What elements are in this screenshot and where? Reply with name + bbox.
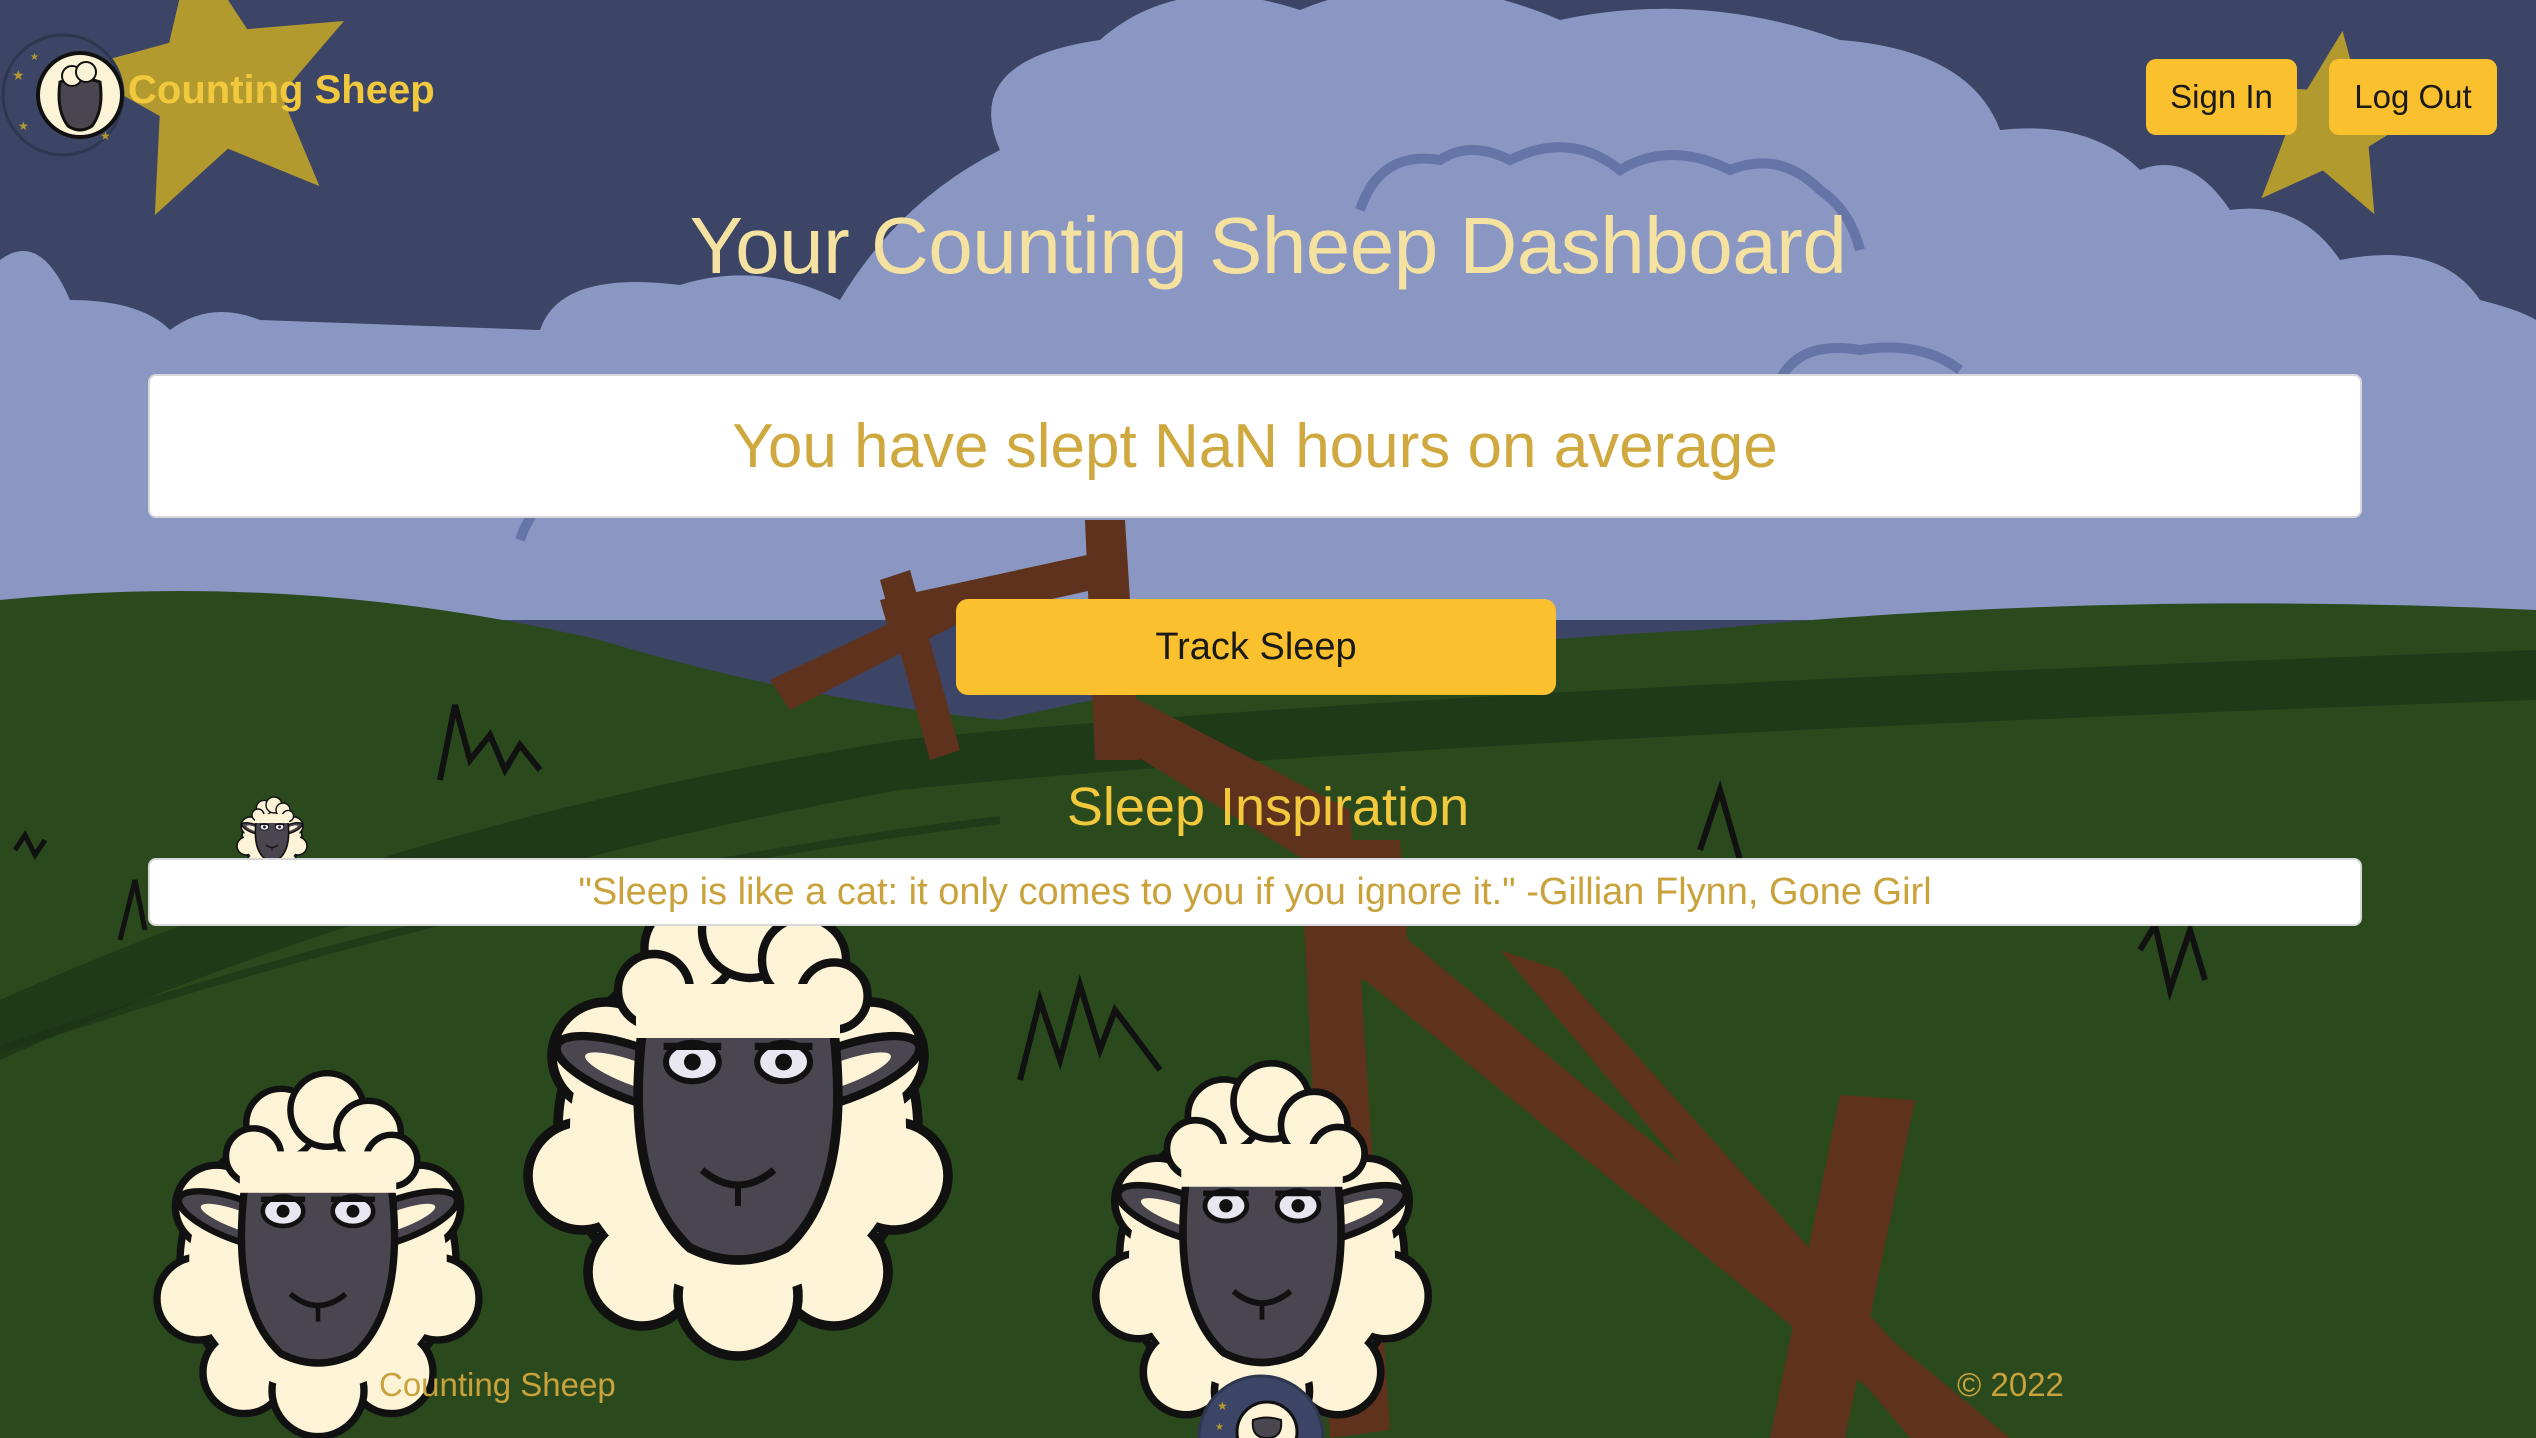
quote-card: "Sleep is like a cat: it only comes to y… bbox=[148, 858, 2362, 926]
page-title: Your Counting Sheep Dashboard bbox=[689, 201, 1847, 290]
copyright-text: © 2022 bbox=[1957, 1366, 2064, 1403]
sheep-logo-icon[interactable]: ★ ★ ★ ★ bbox=[0, 20, 126, 170]
average-sleep-card: You have slept NaN hours on average bbox=[148, 374, 2362, 518]
track-sleep-button[interactable]: Track Sleep bbox=[956, 599, 1556, 695]
sleep-inspiration-heading: Sleep Inspiration bbox=[1066, 777, 1470, 837]
svg-text:★: ★ bbox=[18, 119, 29, 133]
log-out-button[interactable]: Log Out bbox=[2329, 59, 2497, 135]
sign-in-button[interactable]: Sign In bbox=[2146, 59, 2297, 135]
svg-text:★: ★ bbox=[100, 129, 111, 143]
svg-text:★: ★ bbox=[30, 52, 39, 63]
svg-text:★: ★ bbox=[12, 67, 25, 83]
brand-link[interactable]: Counting Sheep bbox=[128, 68, 435, 113]
dashboard-page: ★ ★ ★ ★ Counting Sheep Sign In Log Out Y… bbox=[0, 0, 2536, 1438]
footer-sheep-logo-icon: ★ ★ bbox=[1197, 1374, 1325, 1438]
average-sleep-text: You have slept NaN hours on average bbox=[732, 411, 1778, 481]
svg-text:★: ★ bbox=[1217, 1399, 1228, 1413]
svg-text:★: ★ bbox=[1215, 1422, 1224, 1433]
quote-text: "Sleep is like a cat: it only comes to y… bbox=[578, 870, 1932, 913]
footer-brand: Counting Sheep bbox=[379, 1366, 616, 1403]
